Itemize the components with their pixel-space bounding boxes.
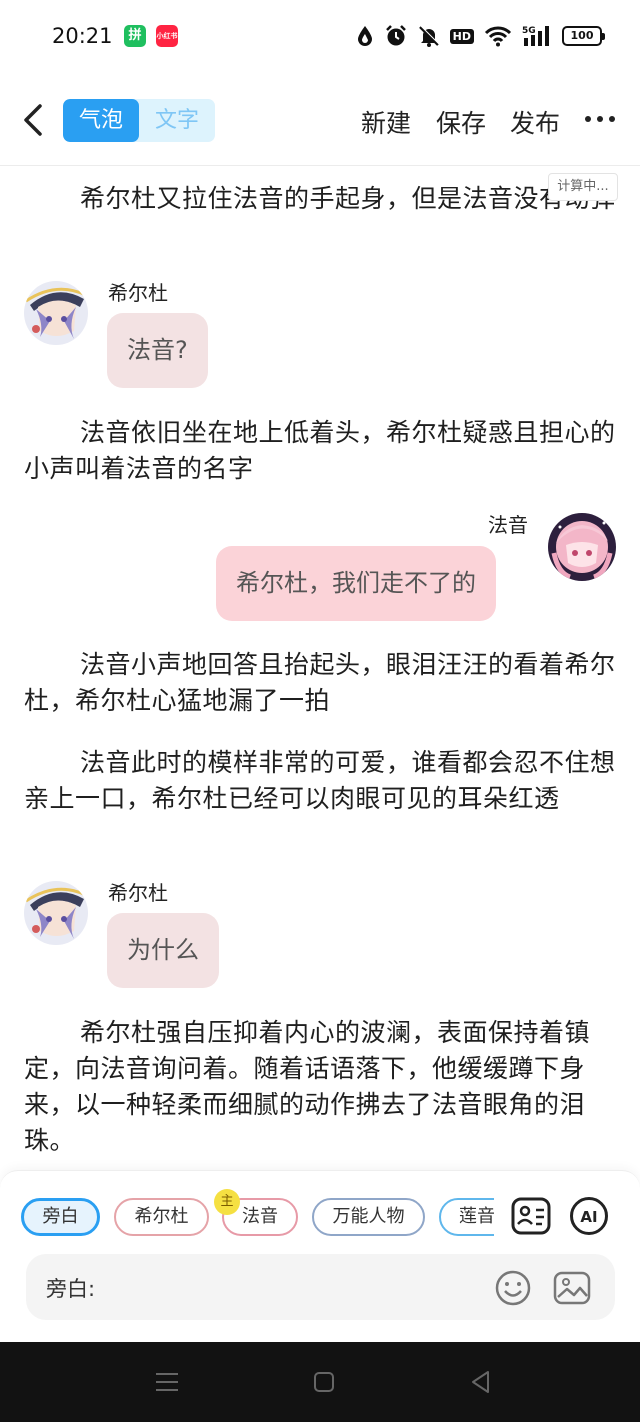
chip-hildu[interactable]: 希尔杜	[114, 1198, 209, 1236]
back-arrow-icon[interactable]	[14, 100, 54, 140]
battery-icon: 100	[562, 26, 605, 46]
emoji-icon[interactable]	[494, 1269, 532, 1307]
narration-paragraph[interactable]: 法音此时的模样非常的可爱，谁看都会忍不住想亲上一口，希尔杜已经可以肉眼可见的耳朵…	[24, 745, 616, 817]
narration-paragraph[interactable]: 希尔杜强自压抑着内心的波澜，表面保持着镇定，向法音询问着。随着话语落下，他缓缓蹲…	[24, 1015, 616, 1159]
narration-paragraph[interactable]: 法音依旧坐在地上低着头，希尔杜疑惑且担心的小声叫着法音的名字	[24, 415, 616, 487]
ai-icon[interactable]: AI	[569, 1196, 609, 1236]
image-icon[interactable]	[553, 1269, 591, 1307]
hd-icon: HD	[449, 28, 474, 44]
status-time: 20:21	[52, 24, 113, 48]
avatar-fayin[interactable]	[548, 513, 616, 581]
mute-icon	[418, 25, 440, 47]
group-buy-icon: 拼	[124, 25, 146, 47]
chip-lianyin[interactable]: 莲音	[439, 1198, 494, 1236]
narration-paragraph[interactable]: 法音小声地回答且抬起头，眼泪汪汪的看着希尔杜，希尔杜心猛地漏了一拍	[24, 647, 616, 719]
speaker-name: 希尔杜	[108, 881, 168, 905]
svg-text:5G: 5G	[522, 26, 536, 36]
input-panel: 旁白 希尔杜 法音 万能人物 莲音 主 AI 旁白:	[0, 1170, 640, 1342]
chip-universal-character[interactable]: 万能人物	[312, 1198, 425, 1236]
mode-toggle: 气泡 文字	[63, 99, 215, 142]
wifi-icon	[484, 26, 512, 47]
avatar-hildu[interactable]	[24, 881, 88, 945]
character-chip-row: 旁白 希尔杜 法音 万能人物 莲音 主	[0, 1171, 494, 1263]
input-role-label: 旁白:	[46, 1277, 96, 1301]
tab-text[interactable]: 文字	[139, 99, 215, 142]
status-icons: HD 5G 100	[356, 22, 605, 50]
narration-paragraph[interactable]: 希尔杜又拉住法音的手起身，但是法音没有动弹	[24, 181, 616, 217]
signal-5g-icon: 5G	[522, 26, 549, 46]
tab-bubble[interactable]: 气泡	[63, 99, 139, 142]
top-nav: 气泡 文字 新建 保存 发布	[0, 74, 640, 166]
speaker-name: 希尔杜	[108, 281, 168, 305]
chip-narrator[interactable]: 旁白	[21, 1198, 100, 1236]
svg-text:AI: AI	[580, 1208, 597, 1226]
publish-button[interactable]: 发布	[510, 104, 560, 140]
home-icon[interactable]	[311, 1369, 337, 1395]
status-bar: 20:21 拼 小红书 HD 5G 100	[0, 0, 640, 74]
chat-bubble[interactable]: 希尔杜，我们走不了的	[216, 546, 496, 621]
chat-bubble[interactable]: 为什么	[107, 913, 219, 988]
speaker-name: 法音	[488, 513, 528, 537]
avatar-hildu[interactable]	[24, 281, 88, 345]
xiaohongshu-icon: 小红书	[156, 25, 178, 47]
data-saver-icon	[357, 26, 372, 46]
alarm-icon	[385, 25, 406, 46]
calculating-tag: 计算中...	[548, 173, 618, 201]
back-icon[interactable]	[468, 1369, 494, 1395]
system-nav-bar	[0, 1342, 640, 1422]
character-card-icon[interactable]	[511, 1196, 551, 1236]
save-button[interactable]: 保存	[436, 104, 486, 140]
new-button[interactable]: 新建	[361, 104, 411, 140]
menu-icon[interactable]	[154, 1369, 180, 1395]
more-options-icon[interactable]	[582, 104, 618, 134]
master-badge: 主	[214, 1189, 240, 1215]
chat-bubble[interactable]: 法音?	[107, 313, 208, 388]
message-input[interactable]: 旁白:	[26, 1254, 615, 1320]
